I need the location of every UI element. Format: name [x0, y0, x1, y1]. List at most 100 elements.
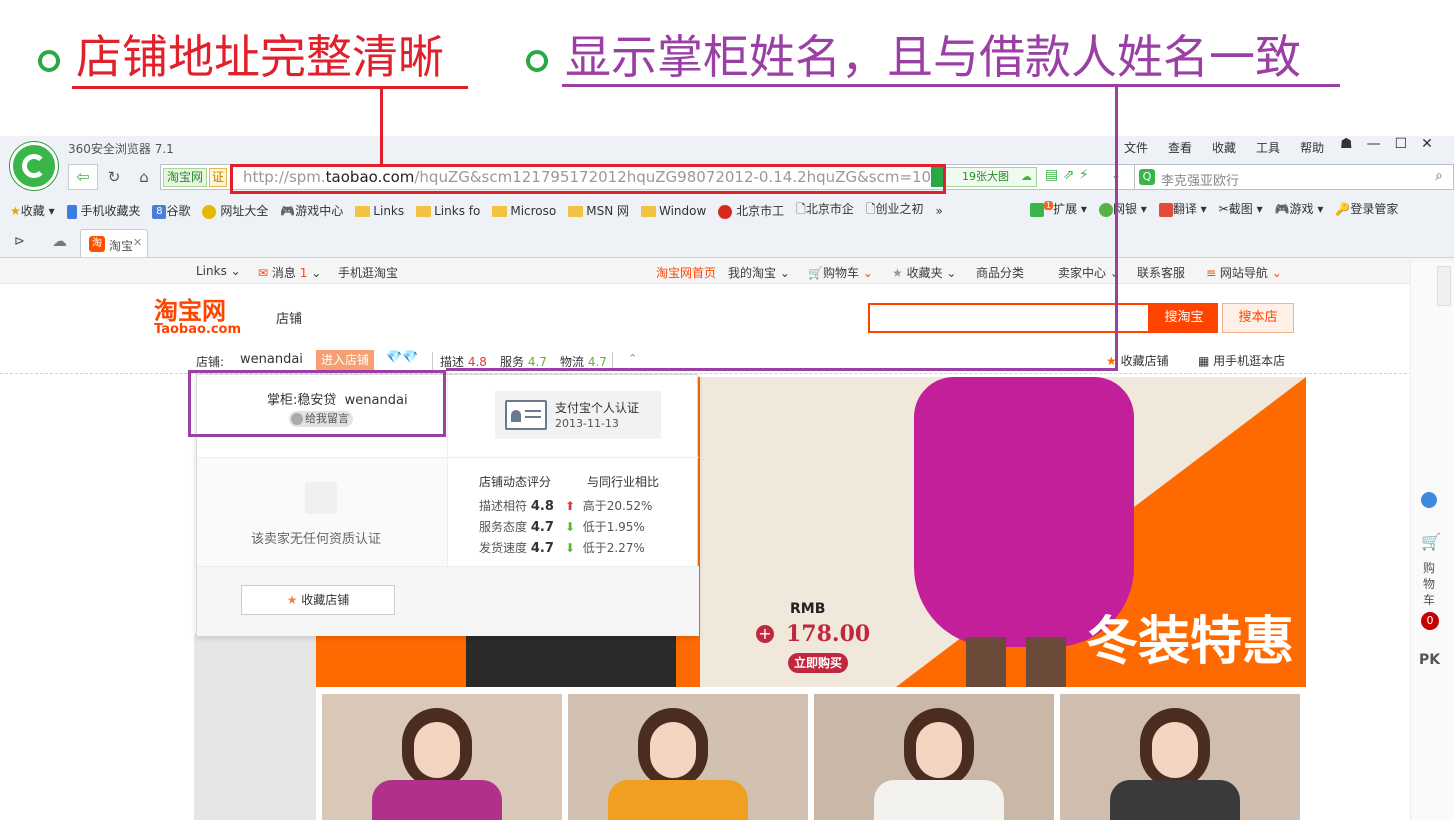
bookmark-games[interactable]: 🎮游戏中心	[280, 202, 343, 219]
home-icon[interactable]: ⌂	[130, 164, 158, 190]
site-badge: 淘宝网	[163, 168, 208, 187]
cart-count-badge: 0	[1421, 612, 1439, 630]
browser-logo-icon	[10, 142, 58, 190]
enter-shop-button[interactable]: 进入店铺	[316, 350, 375, 370]
nav-site-map[interactable]: ≡ 网站导航 ⌄	[1206, 264, 1282, 281]
folder-icon	[416, 205, 432, 217]
tab-taobao[interactable]: 淘 淘宝 ✕	[80, 229, 148, 257]
annotation-keeper-connector-horizontal	[446, 368, 1118, 371]
assistant-icon[interactable]	[1421, 492, 1437, 508]
refresh-icon[interactable]: ↻	[100, 164, 128, 190]
annotation-bullet-icon	[526, 50, 548, 72]
sidebar-cart-label[interactable]: 购物车	[1423, 560, 1435, 608]
sidebar-toggle-icon[interactable]: ⊳	[14, 234, 25, 249]
tool-screenshot[interactable]: ✂截图 ▾	[1219, 200, 1263, 217]
shop-header-label: 店铺	[276, 312, 303, 327]
mobile-shop-link[interactable]: ▦ 用手机逛本店	[1198, 352, 1285, 369]
tool-translate[interactable]: 翻译 ▾	[1158, 200, 1207, 217]
nav-my-taobao[interactable]: 我的淘宝 ⌄	[728, 264, 790, 281]
cloud-icon: ☁	[1021, 170, 1032, 183]
bookmark-mobile[interactable]: 手机收藏夹	[66, 202, 140, 219]
score-row: 描述相符 4.8	[479, 499, 554, 514]
tool-login-manager[interactable]: 🔑登录管家	[1335, 200, 1398, 217]
back-button[interactable]: ⇦	[68, 164, 98, 190]
cert-badge[interactable]: 证	[209, 168, 228, 187]
scrollbar-thumb[interactable]	[1437, 266, 1451, 306]
menu-file[interactable]: 文件	[1124, 139, 1148, 156]
right-sidebar: 🛒 购物车 0 PK	[1410, 262, 1454, 820]
nav-mobile[interactable]: 手机逛淘宝	[338, 264, 398, 281]
favorite-shop-button[interactable]: ★ 收藏店铺	[241, 585, 395, 615]
nav-messages[interactable]: ✉ 消息 1 ⌄	[258, 264, 321, 281]
taobao-logo[interactable]: 淘宝网	[154, 298, 226, 324]
nav-cart[interactable]: 🛒购物车 ⌄	[808, 264, 873, 281]
bookmarks-more-icon[interactable]: »	[936, 204, 943, 218]
cart-icon[interactable]: 🛒	[1421, 532, 1441, 551]
buy-now-button[interactable]: 立即购买	[788, 653, 849, 673]
bookmark-favorites[interactable]: ★收藏 ▾	[10, 202, 55, 219]
menu-help[interactable]: 帮助	[1300, 139, 1324, 156]
search-engine-icon[interactable]: Q	[1139, 169, 1155, 185]
maximize-icon[interactable]: ☐	[1395, 136, 1408, 152]
search-box[interactable]: Q 李克强亚欧行 ⌕	[1134, 164, 1454, 190]
bookmark-folder[interactable]: Microso	[492, 204, 556, 218]
annotation-bullet-icon	[38, 50, 60, 72]
search-value[interactable]: 李克强亚欧行	[1161, 170, 1239, 189]
bookmark-folder[interactable]: Window	[641, 204, 706, 218]
menu-view[interactable]: 查看	[1168, 139, 1192, 156]
menu-favorites[interactable]: 收藏	[1212, 139, 1236, 156]
product-thumbnail[interactable]	[568, 694, 808, 820]
product-thumbnail[interactable]	[322, 694, 562, 820]
tool-bank[interactable]: 网银 ▾	[1098, 200, 1147, 217]
nav-seller-center[interactable]: 卖家中心 ⌄	[1058, 264, 1120, 281]
product-thumbnail[interactable]	[1060, 694, 1300, 820]
cloud-tab-icon[interactable]: ☁	[52, 232, 67, 250]
product-thumbnail[interactable]	[814, 694, 1054, 820]
alipay-cert-card[interactable]: 支付宝个人认证 2013-11-13	[495, 391, 661, 439]
annotation-url-box	[230, 164, 946, 194]
address-tools-icons[interactable]: ▤ ⇗ ⚡	[1045, 167, 1089, 183]
search-icon[interactable]: ⌕	[1435, 168, 1443, 184]
collapse-icon[interactable]: ⌃	[628, 352, 637, 365]
nav-categories[interactable]: 商品分类	[976, 264, 1024, 281]
search-taobao-button[interactable]: 搜淘宝	[1150, 303, 1218, 333]
skin-icon[interactable]: ☗	[1340, 136, 1353, 152]
tab-label: 淘宝	[109, 239, 134, 253]
bookmarks-bar: ★收藏 ▾ 手机收藏夹 8 谷歌 网址大全 🎮游戏中心 Links Links f…	[10, 200, 943, 221]
pk-button[interactable]: PK	[1419, 652, 1440, 668]
nav-customer-service[interactable]: 联系客服	[1137, 264, 1185, 281]
shop-prefix: 店铺:	[196, 355, 225, 369]
bookmark-beijing-gov[interactable]: 北京市工	[718, 202, 784, 219]
image-gallery-button[interactable]: 19张大图 ☁	[945, 167, 1037, 187]
shop-search-input[interactable]	[868, 303, 1150, 333]
tool-extensions[interactable]: 1 扩展 ▾	[1030, 200, 1087, 217]
close-icon[interactable]: ✕	[1421, 136, 1433, 152]
gamepad-icon: 🎮	[280, 204, 296, 218]
bookmark-page[interactable]: 🗋北京市企	[796, 200, 854, 221]
tab-close-icon[interactable]: ✕	[133, 236, 142, 249]
folder-icon	[568, 206, 584, 217]
bookmark-folder[interactable]: Links	[355, 204, 404, 218]
bookmark-folder[interactable]: Links fo	[416, 204, 480, 218]
bookmark-folder[interactable]: MSN 网	[568, 202, 629, 219]
tool-games[interactable]: 🎮游戏 ▾	[1275, 200, 1324, 217]
menu-icon: ≡	[1206, 266, 1217, 280]
menu-tools[interactable]: 工具	[1256, 139, 1280, 156]
screenshot-root: 店铺地址完整清晰 显示掌柜姓名，且与借款人姓名一致 360安全浏览器 7.1 文…	[0, 0, 1454, 820]
nav-favorites[interactable]: ★ 收藏夹 ⌄	[892, 264, 956, 281]
nav-home[interactable]: 淘宝网首页	[656, 264, 716, 281]
shop-name[interactable]: wenandai	[240, 352, 303, 367]
folder-icon	[492, 205, 508, 217]
bookmark-page[interactable]: 🗋创业之初	[866, 200, 924, 221]
bookmark-hao123[interactable]: 网址大全	[202, 202, 268, 219]
minimize-icon[interactable]: —	[1367, 136, 1381, 152]
cert-panel: 该卖家无任何资质认证	[197, 458, 447, 566]
search-shop-button[interactable]: 搜本店	[1222, 303, 1294, 333]
nav-links[interactable]: Links ⌄	[196, 264, 241, 278]
annotation-left-underline	[72, 86, 468, 89]
annotation-keeper-connector-vertical	[1115, 86, 1118, 371]
bookmark-google[interactable]: 8 谷歌	[152, 202, 190, 219]
alipay-cert-date: 2013-11-13	[555, 417, 619, 430]
browser-chrome: 360安全浏览器 7.1 文件 查看 收藏 工具 帮助 ☗ — ☐ ✕ ⇦ ↻ …	[0, 136, 1454, 258]
star-icon: ★	[286, 593, 298, 607]
